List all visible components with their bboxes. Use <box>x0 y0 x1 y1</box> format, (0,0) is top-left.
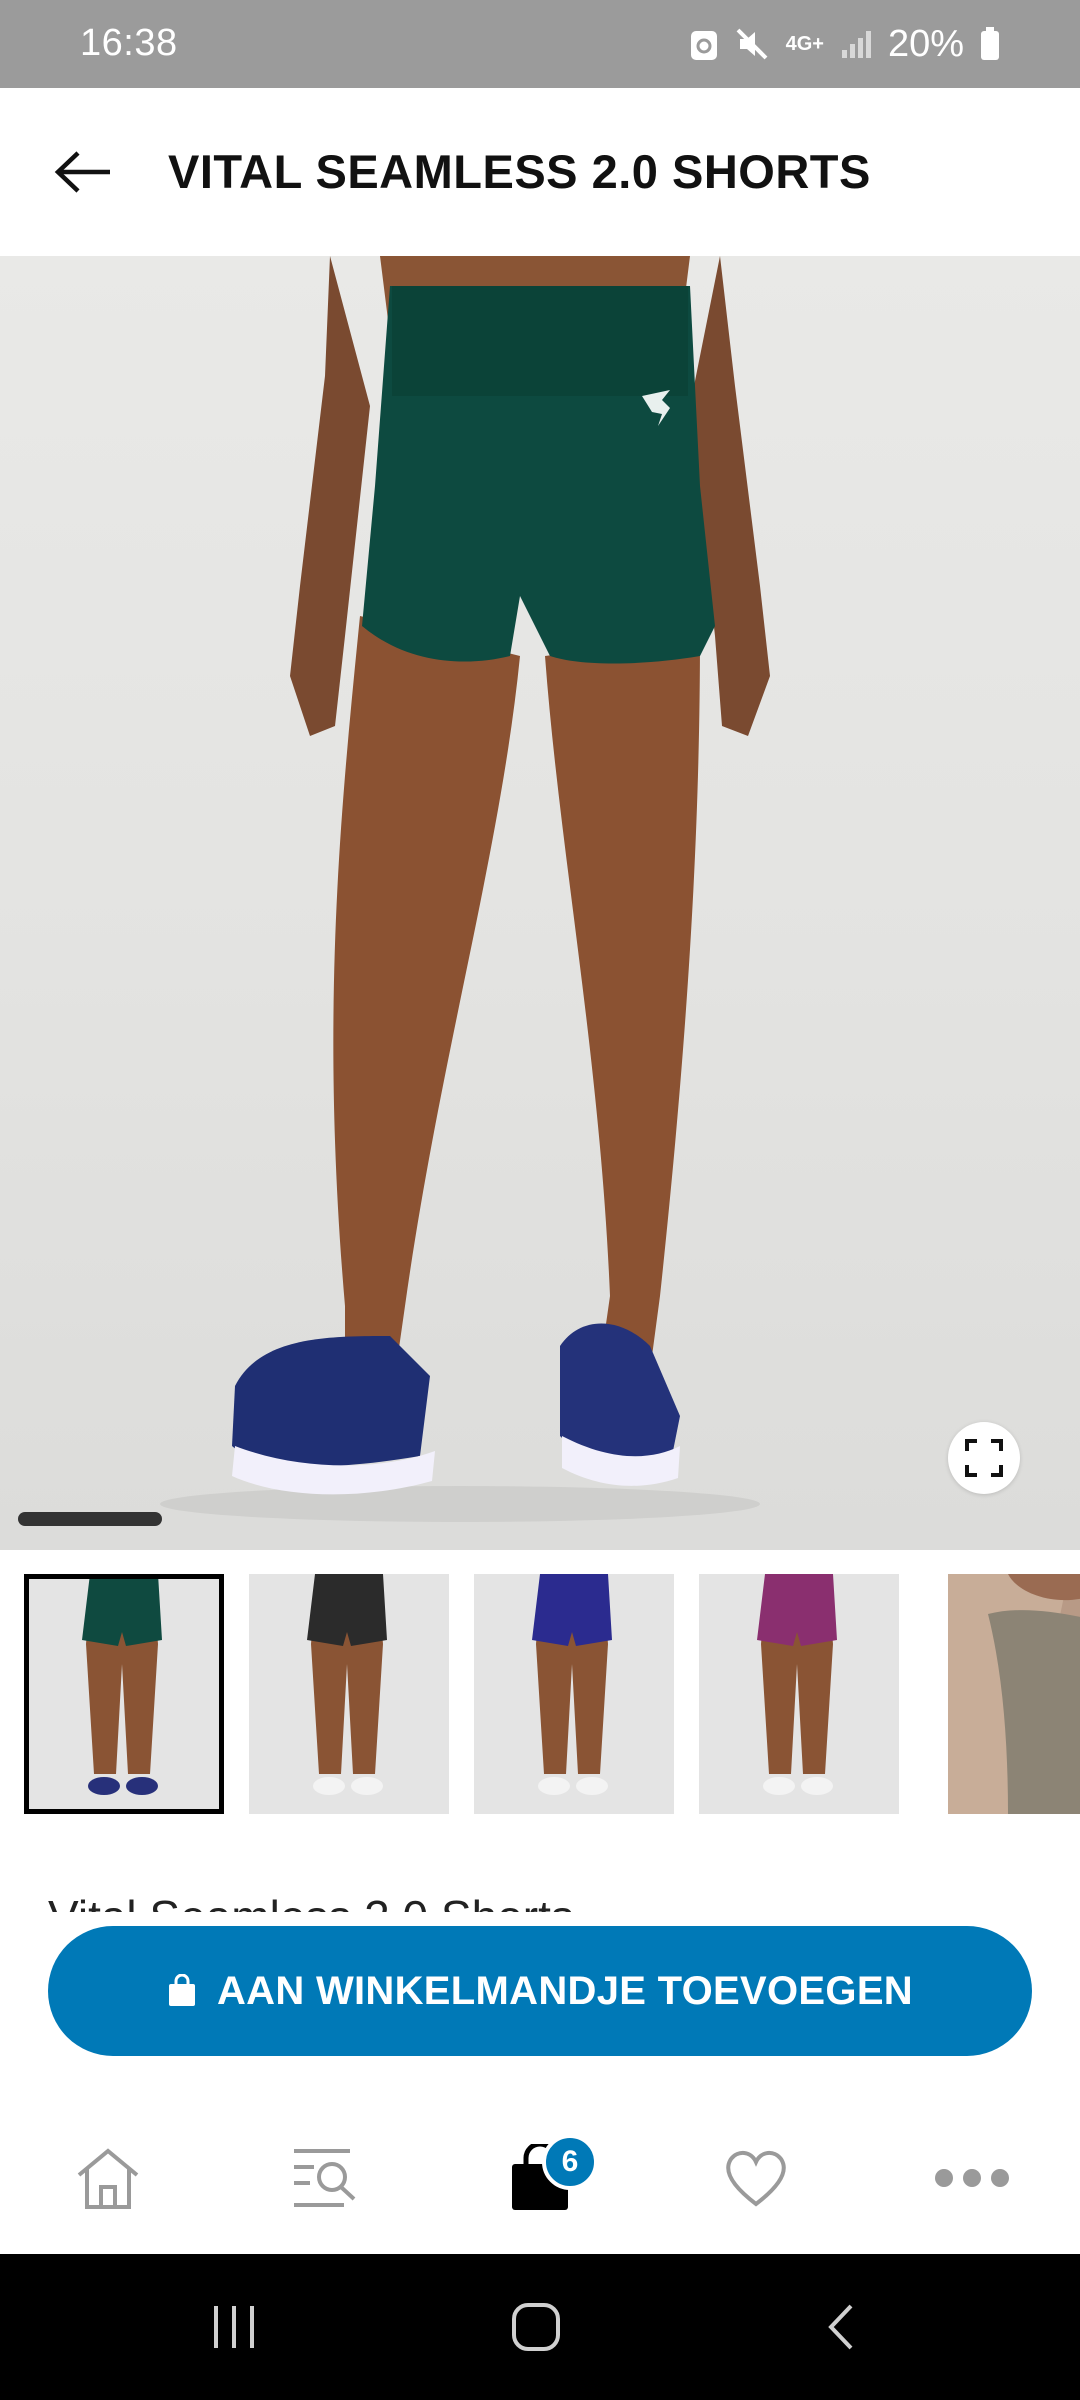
nav-more[interactable] <box>912 2130 1032 2226</box>
home-circle-icon <box>512 2303 560 2351</box>
fullscreen-icon <box>965 1439 1003 1477</box>
cart-count-badge: 6 <box>542 2134 598 2190</box>
shopping-bag-icon <box>168 1974 195 2006</box>
thumbnail-black[interactable] <box>249 1574 449 1814</box>
status-icons: 4G+ 20% <box>690 20 1000 68</box>
search-menu-icon <box>294 2149 356 2207</box>
more-icon <box>935 2169 1009 2187</box>
nav-wishlist[interactable] <box>696 2130 816 2226</box>
nav-home[interactable] <box>48 2130 168 2226</box>
system-recents-button[interactable] <box>174 2284 294 2370</box>
product-photo <box>160 256 770 1522</box>
thumbnail-magenta[interactable] <box>699 1574 899 1814</box>
arrow-left-icon <box>54 151 110 193</box>
product-hero-image[interactable] <box>0 256 1080 1550</box>
thumbnail-taupe[interactable] <box>948 1574 1080 1814</box>
thumbnail-image <box>532 1574 612 1795</box>
thumbnail-image <box>307 1574 387 1795</box>
network-4g-icon: 4G+ <box>785 33 824 55</box>
status-time: 16:38 <box>80 22 178 64</box>
thumbnail-image <box>757 1574 837 1795</box>
thumbnail-green[interactable] <box>24 1574 224 1814</box>
heart-icon <box>726 2151 786 2207</box>
status-bar: 16:38 4G+ 20% <box>0 0 1080 88</box>
back-chevron-icon <box>828 2304 853 2350</box>
battery-percent: 20% <box>887 22 964 65</box>
add-to-cart-label: AAN WINKELMANDJE TOEVOEGEN <box>216 1968 913 2013</box>
battery-icon <box>981 27 999 60</box>
system-home-button[interactable] <box>476 2284 596 2370</box>
system-back-button[interactable] <box>780 2284 900 2370</box>
mute-icon <box>736 28 767 60</box>
signal-icon <box>841 31 871 58</box>
carousel-indicator <box>18 1512 162 1526</box>
back-button[interactable] <box>40 132 128 212</box>
bottom-nav <box>0 2100 1080 2254</box>
recycle-icon <box>690 31 717 60</box>
home-icon <box>77 2148 139 2209</box>
recents-icon <box>214 2306 254 2348</box>
thumbnail-image <box>82 1574 162 1795</box>
add-to-cart-button[interactable]: AAN WINKELMANDJE TOEVOEGEN <box>48 1926 1032 2056</box>
page-title: VITAL SEAMLESS 2.0 SHORTS <box>168 145 871 198</box>
app-header: VITAL SEAMLESS 2.0 SHORTS <box>0 88 1080 256</box>
nav-search[interactable] <box>264 2130 384 2226</box>
thumbnail-blue[interactable] <box>474 1574 674 1814</box>
fullscreen-button[interactable] <box>948 1422 1020 1494</box>
system-nav-bar <box>0 2254 1080 2400</box>
thumbnail-image <box>948 1574 1080 1814</box>
thumbnail-strip[interactable] <box>0 1574 1080 1816</box>
